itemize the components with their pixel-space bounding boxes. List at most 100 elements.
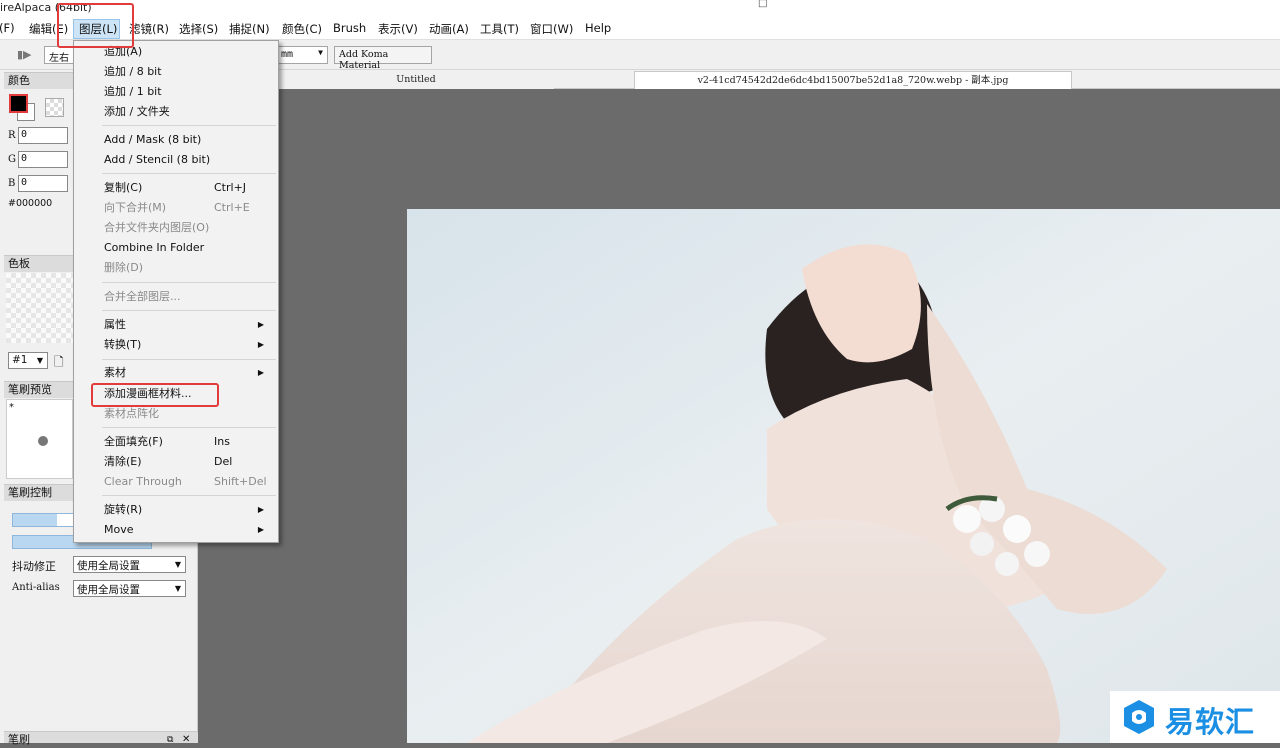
transparent-color-swatch[interactable] (45, 98, 64, 117)
menu-tools[interactable]: 工具(T) (480, 21, 519, 37)
chevron-down-icon: ▼ (36, 356, 43, 365)
menu-item-label: 全面填充(F) (104, 435, 163, 448)
menu-item-add-1bit[interactable]: 追加 / 1 bit (104, 82, 274, 102)
r-input[interactable]: 0 (18, 127, 68, 144)
brush-panel-label: 笔刷 (8, 733, 30, 746)
b-label: B (8, 178, 16, 189)
menu-item-label: 属性 (104, 318, 126, 331)
menu-item-add-stencil[interactable]: Add / Stencil (8 bit) (104, 150, 274, 170)
canvas-image[interactable] (407, 209, 1280, 743)
brush-dot-icon (38, 436, 48, 446)
menu-view[interactable]: 表示(V) (378, 21, 418, 37)
submenu-arrow-icon: ▶ (257, 525, 264, 534)
menu-item-delete[interactable]: 删除(D) (104, 258, 274, 278)
menu-item-fill[interactable]: 全面填充(F) Ins (104, 432, 274, 452)
tab-untitled[interactable]: Untitled (278, 71, 554, 89)
menu-item-merge-down[interactable]: 向下合并(M) Ctrl+E (104, 198, 274, 218)
menu-animation[interactable]: 动画(A) (429, 21, 469, 37)
menu-separator (102, 282, 276, 283)
watermark: 易软汇 (1110, 691, 1280, 743)
menu-item-label: 合并全部图层... (104, 290, 181, 303)
menu-color[interactable]: 颜色(C) (282, 21, 322, 37)
menu-item-clear[interactable]: 清除(E) Del (104, 452, 274, 472)
menu-item-label: 追加 / 8 bit (104, 65, 162, 78)
menu-item-label: 删除(D) (104, 261, 144, 274)
menu-item-add-folder[interactable]: 添加 / 文件夹 (104, 102, 274, 122)
menu-separator (102, 125, 276, 126)
brush-preview-area: * (6, 399, 73, 479)
menu-separator (102, 173, 276, 174)
palette-grid[interactable] (6, 273, 73, 343)
g-label: G (8, 154, 16, 165)
unit-select-label: mm (281, 49, 294, 60)
menu-item-label: 素材 (104, 366, 126, 379)
stabilizer-select-label: 使用全局设置 (77, 560, 140, 572)
menu-item-add-8bit[interactable]: 追加 / 8 bit (104, 62, 274, 82)
menu-item-label: 合并文件夹内图层(O) (104, 221, 210, 234)
add-koma-material-button[interactable]: Add Koma Material (334, 46, 432, 71)
brush-preview-mark: * (9, 402, 14, 413)
g-input[interactable]: 0 (18, 151, 68, 168)
menu-item-label: Clear Through (104, 475, 182, 488)
annotation-highlight-layer-menu (57, 3, 134, 48)
menu-item-label: 复制(C) (104, 181, 143, 194)
hex-value: #000000 (8, 198, 53, 209)
new-page-icon[interactable]: 🗋 (54, 353, 64, 374)
menu-brush[interactable]: Brush (333, 21, 366, 35)
foreground-color-swatch[interactable] (9, 94, 28, 113)
b-input[interactable]: 0 (18, 175, 68, 192)
menu-item-label: Add / Stencil (8 bit) (104, 153, 211, 166)
unit-select[interactable]: mm ▼ (276, 46, 328, 64)
menu-item-properties[interactable]: 属性 ▶ (104, 315, 274, 335)
menu-item-rotate[interactable]: 旋转(R) ▶ (104, 500, 274, 520)
photo-illustration (407, 209, 1280, 743)
palette-select[interactable]: #1 ▼ (8, 352, 48, 369)
menu-snap[interactable]: 捕捉(N) (229, 21, 270, 37)
menu-item-move[interactable]: Move ▶ (104, 520, 274, 540)
menu-item-duplicate[interactable]: 复制(C) Ctrl+J (104, 178, 274, 198)
layer-menu: 追加(A) 追加 / 8 bit 追加 / 1 bit 添加 / 文件夹 Add… (73, 40, 279, 543)
palette-select-label: #1 (12, 354, 28, 366)
menu-separator (102, 310, 276, 311)
menu-separator (102, 495, 276, 496)
menu-item-merge-all[interactable]: 合并全部图层... (104, 287, 274, 307)
menu-item-convert[interactable]: 转换(T) ▶ (104, 335, 274, 355)
submenu-arrow-icon: ▶ (257, 320, 264, 329)
menu-item-material[interactable]: 素材 ▶ (104, 363, 274, 383)
stabilizer-select[interactable]: 使用全局设置 ▼ (73, 556, 186, 573)
menu-item-label: Move (104, 523, 134, 536)
menu-select[interactable]: 选择(S) (179, 21, 218, 37)
menu-window[interactable]: 窗口(W) (530, 21, 573, 37)
menu-item-label: Combine In Folder (104, 241, 205, 254)
r-label: R (8, 130, 16, 141)
menu-item-label: 转换(T) (104, 338, 142, 351)
menu-item-merge-folder[interactable]: 合并文件夹内图层(O) (104, 218, 274, 238)
menu-item-rasterize-material[interactable]: 素材点阵化 (104, 404, 274, 424)
menu-item-label: 素材点阵化 (104, 407, 159, 420)
menu-separator (102, 359, 276, 360)
menu-item-clear-through[interactable]: Clear Through Shift+Del (104, 472, 274, 492)
tab-active-image[interactable]: v2-41cd74542d2de6dc4bd15007be52d1a8_720w… (634, 71, 1072, 89)
menu-item-label: 向下合并(M) (104, 201, 167, 214)
menu-item-combine-in-folder[interactable]: Combine In Folder (104, 238, 274, 258)
menu-file[interactable]: (F) (0, 21, 15, 35)
play-icon[interactable]: ▮▶ (17, 48, 32, 61)
close-icon[interactable]: ✕ (182, 732, 190, 748)
submenu-arrow-icon: ▶ (257, 505, 264, 514)
document-tab-bar: Untitled v2-41cd74542d2de6dc4bd15007be52… (198, 70, 1280, 89)
title-bar: ireAlpaca (64bit) □ (0, 0, 1280, 17)
menu-help[interactable]: Help (585, 21, 611, 35)
menu-filter[interactable]: 滤镜(R) (129, 21, 169, 37)
antialias-label: Anti-alias (12, 582, 60, 593)
submenu-arrow-icon: ▶ (257, 368, 264, 377)
antialias-select[interactable]: 使用全局设置 ▼ (73, 580, 186, 597)
menu-item-label: Add / Mask (8 bit) (104, 133, 202, 146)
menu-item-shortcut: Shift+Del (214, 475, 267, 488)
float-window-icon[interactable]: ⧉ (167, 732, 173, 748)
submenu-arrow-icon: ▶ (257, 340, 264, 349)
menu-item-shortcut: Ctrl+E (214, 201, 250, 214)
watermark-logo-icon (1124, 700, 1154, 734)
menu-item-add-mask[interactable]: Add / Mask (8 bit) (104, 130, 274, 150)
brush-size-fill (13, 514, 57, 526)
chevron-down-icon: ▼ (318, 48, 323, 57)
